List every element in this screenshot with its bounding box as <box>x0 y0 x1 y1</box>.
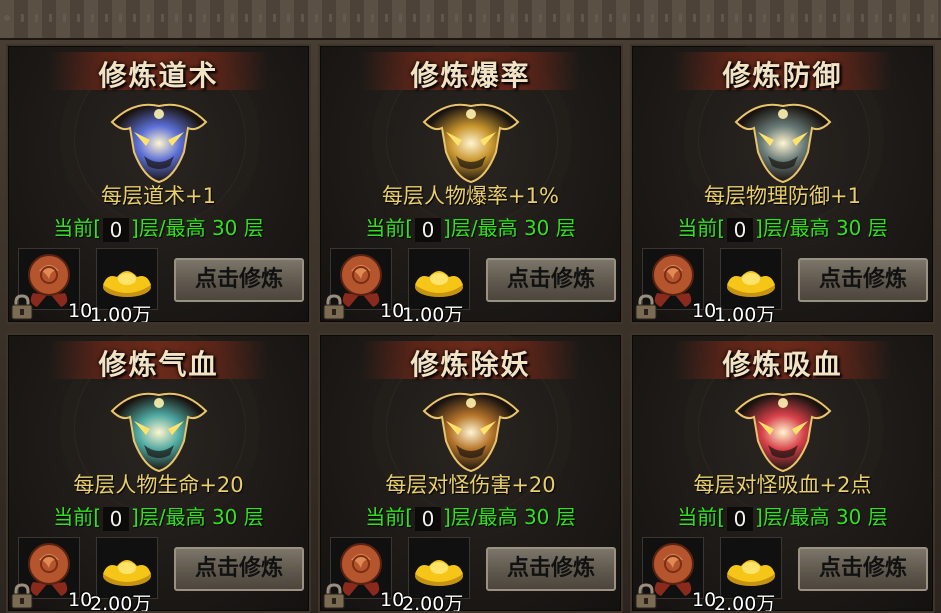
train-button[interactable]: 点击修炼 <box>174 258 304 302</box>
gold-cost: 1.00万 <box>402 304 464 324</box>
card-title: 修炼吸血 <box>722 348 843 381</box>
train-button[interactable]: 点击修炼 <box>798 258 928 302</box>
training-card: 修炼爆率 每层人物爆率+1% 当前[0]层/最高 30 层 10 1.00万… <box>318 44 623 324</box>
max-layer-unit: 层 <box>867 216 888 240</box>
effect-description: 每层人物爆率+1% <box>382 184 559 208</box>
layer-suffix: ]层/最高 <box>131 505 206 529</box>
current-layer-value: 0 <box>415 506 442 531</box>
lock-icon <box>11 583 33 609</box>
blue-demon-helmet-icon <box>110 103 207 184</box>
training-card: 修炼道术 每层道术+1 当前[0]层/最高 30 层 10 1.00万 点击… <box>6 44 311 324</box>
lock-icon <box>323 294 345 320</box>
effect-description: 每层道术+1 <box>101 184 216 208</box>
layer-suffix: ]层/最高 <box>443 505 518 529</box>
material-count: 10 <box>380 300 405 322</box>
material-count: 10 <box>68 300 93 322</box>
gold-cost: 1.00万 <box>714 304 776 324</box>
layer-prefix: 当前[ <box>53 505 102 529</box>
card-title: 修炼爆率 <box>410 59 531 92</box>
training-grid: 修炼道术 每层道术+1 当前[0]层/最高 30 层 10 1.00万 点击… <box>6 44 938 613</box>
material-count: 10 <box>68 589 93 611</box>
layer-progress: 当前[0]层/最高 30 层 <box>632 501 933 531</box>
effect-description: 每层对怪伤害+20 <box>385 473 556 497</box>
material-count: 10 <box>380 589 405 611</box>
max-layer-value: 30 <box>211 505 238 529</box>
layer-progress: 当前[0]层/最高 30 层 <box>320 501 621 531</box>
max-layer-unit: 层 <box>555 216 576 240</box>
layer-progress: 当前[0]层/最高 30 层 <box>320 212 621 242</box>
card-title: 修炼防御 <box>722 59 843 92</box>
layer-prefix: 当前[ <box>53 216 102 240</box>
max-layer-value: 30 <box>211 216 238 240</box>
max-layer-value: 30 <box>835 216 862 240</box>
layer-prefix: 当前[ <box>365 216 414 240</box>
bronze-beast-mask-icon <box>422 392 519 473</box>
effect-description: 每层物理防御+1 <box>704 184 861 208</box>
layer-progress: 当前[0]层/最高 30 层 <box>632 212 933 242</box>
training-card: 修炼吸血 每层对怪吸血+2点 当前[0]层/最高 30 层 10 2.00万… <box>630 333 935 613</box>
max-layer-unit: 层 <box>867 505 888 529</box>
layer-prefix: 当前[ <box>365 505 414 529</box>
material-count: 10 <box>692 589 717 611</box>
train-button[interactable]: 点击修炼 <box>486 547 616 591</box>
layer-suffix: ]层/最高 <box>443 216 518 240</box>
lock-icon <box>635 583 657 609</box>
crimson-demon-mask-icon <box>734 392 831 473</box>
layer-progress: 当前[0]层/最高 30 层 <box>8 501 309 531</box>
gold-cost: 1.00万 <box>90 304 152 324</box>
card-title: 修炼气血 <box>98 348 219 381</box>
jade-dragon-mask-icon <box>110 392 207 473</box>
lock-icon <box>11 294 33 320</box>
train-button[interactable]: 点击修炼 <box>486 258 616 302</box>
max-layer-value: 30 <box>523 505 550 529</box>
layer-prefix: 当前[ <box>677 216 726 240</box>
lock-icon <box>635 294 657 320</box>
max-layer-value: 30 <box>523 216 550 240</box>
layer-progress: 当前[0]层/最高 30 层 <box>8 212 309 242</box>
training-card: 修炼气血 每层人物生命+20 当前[0]层/最高 30 层 10 2.00万… <box>6 333 311 613</box>
max-layer-value: 30 <box>835 505 862 529</box>
current-layer-value: 0 <box>103 217 130 242</box>
effect-description: 每层人物生命+20 <box>73 473 244 497</box>
training-card: 修炼防御 每层物理防御+1 当前[0]层/最高 30 层 10 1.00万 … <box>630 44 935 324</box>
dark-wolf-mask-icon <box>734 103 831 184</box>
lock-icon <box>323 583 345 609</box>
layer-suffix: ]层/最高 <box>755 216 830 240</box>
layer-suffix: ]层/最高 <box>755 505 830 529</box>
max-layer-unit: 层 <box>555 505 576 529</box>
train-button[interactable]: 点击修炼 <box>174 547 304 591</box>
current-layer-value: 0 <box>415 217 442 242</box>
current-layer-value: 0 <box>727 506 754 531</box>
training-card: 修炼除妖 每层对怪伤害+20 当前[0]层/最高 30 层 10 2.00万… <box>318 333 623 613</box>
max-layer-unit: 层 <box>243 505 264 529</box>
card-title: 修炼道术 <box>98 59 219 92</box>
layer-prefix: 当前[ <box>677 505 726 529</box>
material-count: 10 <box>692 300 717 322</box>
gold-cost: 2.00万 <box>714 593 776 613</box>
max-layer-unit: 层 <box>243 216 264 240</box>
gold-cost: 2.00万 <box>402 593 464 613</box>
gold-cost: 2.00万 <box>90 593 152 613</box>
layer-suffix: ]层/最高 <box>131 216 206 240</box>
train-button[interactable]: 点击修炼 <box>798 547 928 591</box>
golden-winged-mask-icon <box>422 103 519 184</box>
current-layer-value: 0 <box>103 506 130 531</box>
card-title: 修炼除妖 <box>410 348 531 381</box>
panel-top-border <box>0 0 941 40</box>
training-panel: 修炼道术 每层道术+1 当前[0]层/最高 30 层 10 1.00万 点击… <box>0 0 941 613</box>
effect-description: 每层对怪吸血+2点 <box>693 473 872 497</box>
current-layer-value: 0 <box>727 217 754 242</box>
